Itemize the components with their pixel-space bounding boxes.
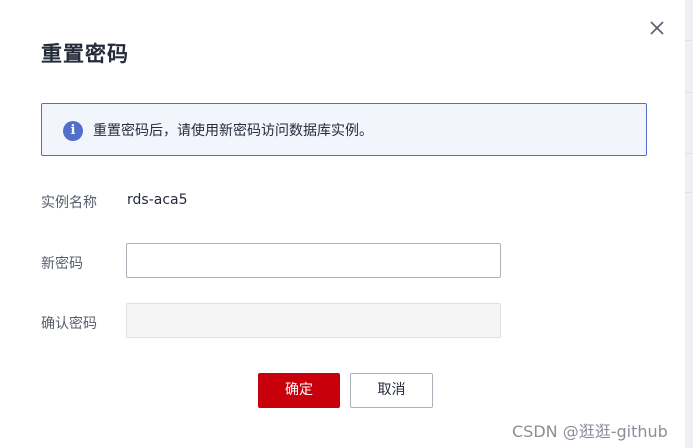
- background-divider: [685, 192, 693, 193]
- confirm-password-input[interactable]: [126, 303, 501, 338]
- confirm-password-label: 确认密码: [41, 316, 97, 332]
- background-divider: [685, 153, 693, 154]
- close-icon[interactable]: [648, 19, 666, 37]
- new-password-label: 新密码: [41, 256, 83, 272]
- confirm-button[interactable]: 确定: [258, 373, 340, 408]
- background-page-edge: [684, 0, 693, 448]
- background-divider: [685, 40, 693, 41]
- instance-name-label: 实例名称: [41, 195, 97, 211]
- info-alert: i 重置密码后，请使用新密码访问数据库实例。: [41, 103, 647, 156]
- new-password-input[interactable]: [126, 243, 501, 278]
- dialog-title: 重置密码: [41, 42, 129, 66]
- background-divider: [685, 92, 693, 93]
- instance-name-value: rds-aca5: [127, 192, 188, 208]
- info-alert-text: 重置密码后，请使用新密码访问数据库实例。: [93, 123, 373, 139]
- info-icon: i: [63, 121, 83, 141]
- watermark-text: CSDN @逛逛-github: [512, 422, 668, 441]
- reset-password-dialog: 重置密码 i 重置密码后，请使用新密码访问数据库实例。 实例名称 rds-aca…: [0, 0, 685, 448]
- cancel-button[interactable]: 取消: [350, 373, 433, 408]
